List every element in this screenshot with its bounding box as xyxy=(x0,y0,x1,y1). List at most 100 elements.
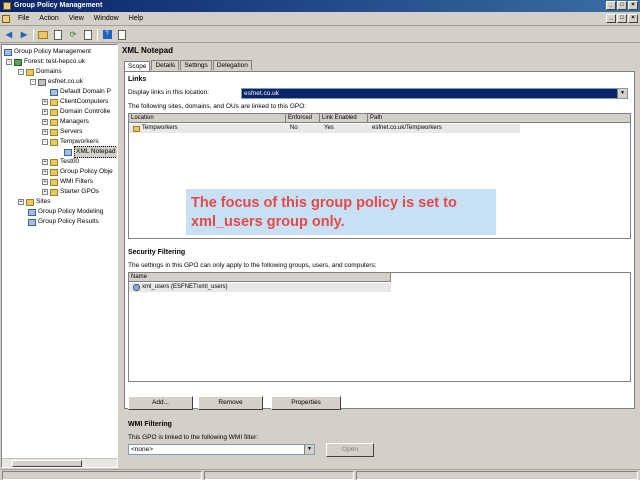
maximize-button[interactable]: □ xyxy=(617,1,627,10)
tree-item-clientcomputers[interactable]: + ClientComputers xyxy=(42,97,108,107)
toolbar-separator-2 xyxy=(97,28,98,41)
menu-window[interactable]: Window xyxy=(89,15,124,22)
show-hide-tree-icon[interactable] xyxy=(52,29,64,41)
menu-action[interactable]: Action xyxy=(34,15,63,22)
export-list-icon[interactable] xyxy=(82,29,94,41)
collapse-icon[interactable]: - xyxy=(18,69,24,75)
forward-arrow-icon[interactable]: ▶ xyxy=(18,29,30,41)
ou-folder-icon xyxy=(50,108,58,116)
tab-strip: Scope Details Settings Delegation xyxy=(124,60,253,71)
tree-item-forest[interactable]: - Forest: test-hepco.uk xyxy=(6,57,85,67)
tree-item-managers[interactable]: + Managers xyxy=(42,117,89,127)
security-list[interactable]: Name xml_users (ESFNET\xml_users) xyxy=(128,272,631,382)
tree-item-wmi-filters[interactable]: + WMI Filters xyxy=(42,177,93,187)
collapse-icon[interactable]: - xyxy=(6,59,12,65)
status-bar xyxy=(0,469,640,480)
tree-item-default-domain-policy[interactable]: Default Domain P xyxy=(50,87,111,97)
gpo-title: XML Notepad xyxy=(122,46,173,55)
folder-icon xyxy=(26,68,34,76)
tab-scope[interactable]: Scope xyxy=(124,61,151,71)
expand-icon[interactable]: + xyxy=(42,99,48,105)
tree-item-xml-notepad[interactable]: XML Notepad xyxy=(64,146,117,158)
expand-icon[interactable]: + xyxy=(42,159,48,165)
expand-icon[interactable]: + xyxy=(42,129,48,135)
expand-icon[interactable]: + xyxy=(42,179,48,185)
col-location[interactable]: Location xyxy=(129,114,286,123)
tree-item-domains[interactable]: - Domains xyxy=(18,67,62,77)
properties-button[interactable]: Properties xyxy=(271,396,341,410)
security-heading: Security Filtering xyxy=(128,249,186,256)
tree-item-sites[interactable]: + Sites xyxy=(18,197,50,207)
scrollbar-thumb[interactable] xyxy=(12,460,82,467)
status-panel-3 xyxy=(356,471,638,480)
back-arrow-icon[interactable]: ◀ xyxy=(3,29,15,41)
col-enforced[interactable]: Enforced xyxy=(286,114,320,123)
wmi-filter-dropdown[interactable]: <none> ▼ xyxy=(128,444,315,455)
tree-horizontal-scrollbar[interactable] xyxy=(2,458,117,467)
domain-icon xyxy=(38,78,46,86)
location-dropdown[interactable]: esfnet.co.uk ▼ xyxy=(241,88,628,99)
gpm-icon xyxy=(4,48,12,56)
properties-icon[interactable] xyxy=(116,29,128,41)
chevron-down-icon[interactable]: ▼ xyxy=(617,89,627,98)
tree-item-starter-gpos[interactable]: + Starter GPOs xyxy=(42,187,99,197)
security-description: The settings in this GPO can only apply … xyxy=(128,262,377,269)
folder-icon xyxy=(50,188,58,196)
status-panel-2 xyxy=(204,471,354,480)
links-description: The following sites, domains, and OUs ar… xyxy=(128,103,307,110)
expand-icon[interactable]: + xyxy=(42,169,48,175)
tree-item-test00[interactable]: + Test00 xyxy=(42,157,79,167)
tree-item-gp-modeling[interactable]: Group Policy Modeling xyxy=(28,207,103,217)
col-link-enabled[interactable]: Link Enabled xyxy=(320,114,368,123)
remove-button[interactable]: Remove xyxy=(198,396,263,410)
ou-folder-icon xyxy=(50,98,58,106)
tree-item-servers[interactable]: + Servers xyxy=(42,127,82,137)
links-heading: Links xyxy=(128,76,147,83)
ou-folder-icon xyxy=(50,128,58,136)
list-item[interactable]: xml_users (ESFNET\xml_users) xyxy=(131,283,228,292)
refresh-icon[interactable]: ⟳ xyxy=(67,29,79,41)
chevron-down-icon[interactable]: ▼ xyxy=(304,445,314,454)
close-button[interactable]: × xyxy=(628,1,638,10)
cell-link-enabled: Yes xyxy=(324,125,334,131)
child-restore-button[interactable]: □ xyxy=(617,14,627,23)
menu-file[interactable]: File xyxy=(13,15,34,22)
up-folder-icon[interactable] xyxy=(37,29,49,41)
child-close-button[interactable]: × xyxy=(628,14,638,23)
minimize-button[interactable]: _ xyxy=(606,1,616,10)
collapse-icon[interactable]: - xyxy=(42,139,48,145)
col-path[interactable]: Path xyxy=(368,114,630,123)
help-icon[interactable]: ? xyxy=(101,29,113,41)
expand-icon[interactable]: + xyxy=(18,199,24,205)
expand-icon[interactable]: + xyxy=(42,119,48,125)
tab-settings[interactable]: Settings xyxy=(180,60,212,70)
add-button[interactable]: Add... xyxy=(128,396,193,410)
child-minimize-button[interactable]: _ xyxy=(606,14,616,23)
results-icon xyxy=(28,218,36,226)
tree-item-domain-controllers[interactable]: + Domain Controlle xyxy=(42,107,110,117)
expand-icon[interactable]: + xyxy=(42,189,48,195)
toolbar: ◀ ▶ ⟳ ? xyxy=(0,27,640,43)
child-window-controls: _ □ × xyxy=(606,14,638,23)
expand-icon[interactable]: + xyxy=(42,109,48,115)
tree-item-domain[interactable]: - esfnet.co.uk xyxy=(30,77,83,87)
tab-delegation[interactable]: Delegation xyxy=(212,60,252,70)
collapse-icon[interactable]: - xyxy=(30,79,36,85)
tree-item-gpm[interactable]: Group Policy Management xyxy=(4,47,91,57)
folder-icon xyxy=(50,168,58,176)
menu-help[interactable]: Help xyxy=(124,15,148,22)
wmi-heading: WMI Filtering xyxy=(128,421,172,428)
tab-details[interactable]: Details xyxy=(151,60,180,70)
tree-item-gp-results[interactable]: Group Policy Results xyxy=(28,217,99,227)
status-panel-1 xyxy=(2,471,202,480)
tree-item-group-policy-objects[interactable]: + Group Policy Obje xyxy=(42,167,113,177)
ou-folder-icon xyxy=(50,138,58,146)
table-row[interactable]: Tempworkers xyxy=(131,124,178,133)
console-tree[interactable]: Group Policy Management - Forest: test-h… xyxy=(1,44,118,468)
open-button[interactable]: Open xyxy=(326,443,374,457)
menu-view[interactable]: View xyxy=(64,15,89,22)
folder-icon xyxy=(50,178,58,186)
col-name[interactable]: Name xyxy=(129,273,391,282)
ou-folder-icon xyxy=(50,158,58,166)
cell-path: esfnet.co.uk/Tempworkers xyxy=(372,125,442,131)
